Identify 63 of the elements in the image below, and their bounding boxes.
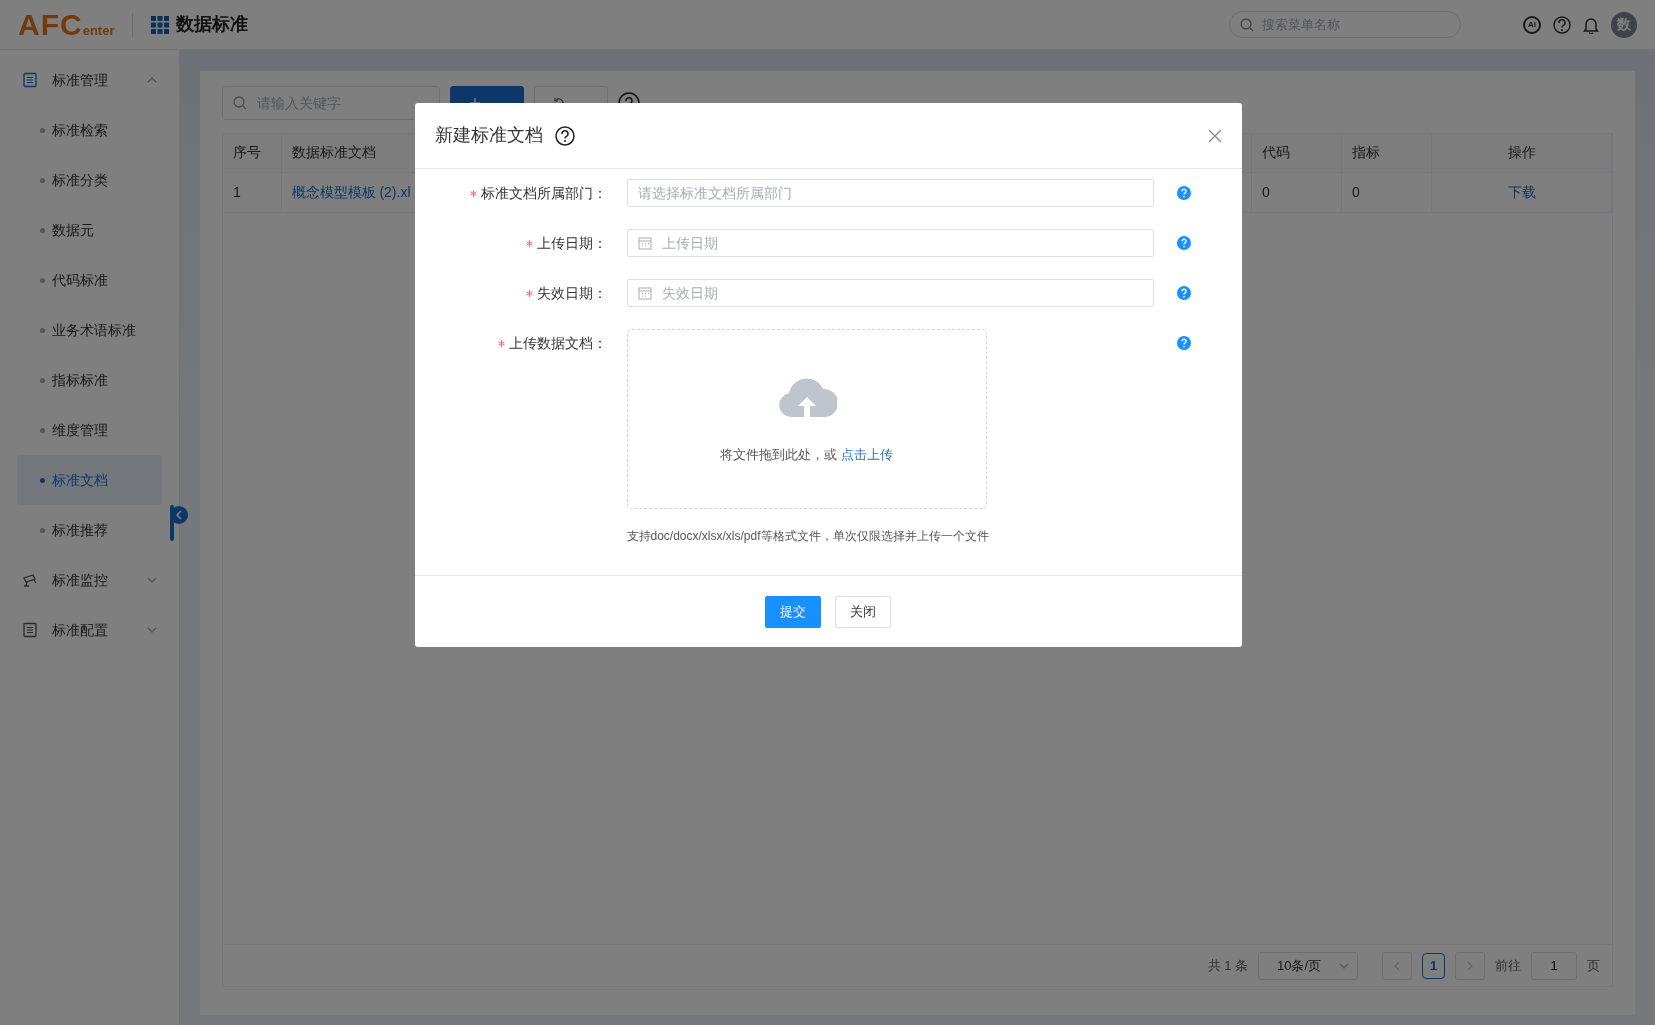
logo: AFC [18, 9, 83, 40]
chevron-down-icon [1339, 962, 1349, 969]
upload-drop-zone[interactable]: 将文件拖到此处，或 点击上传 [626, 329, 987, 509]
department-select[interactable]: 请选择标准文档所属部门 [626, 179, 1154, 207]
field-label: 失效日期： [536, 283, 607, 303]
sidebar-item[interactable]: 标准文档 [17, 455, 162, 505]
chevron-down-icon [147, 627, 157, 633]
chevron-up-icon [147, 77, 157, 83]
close-button[interactable]: 关闭 [835, 596, 891, 628]
column-header: 操作 [1431, 134, 1612, 172]
download-link[interactable]: 下载 [1507, 183, 1536, 200]
page-suffix: 页 [1587, 956, 1600, 975]
help-icon[interactable] [554, 125, 575, 146]
app-title: 数据标准 [176, 13, 249, 36]
sidebar-group[interactable]: 标准管理 [0, 55, 179, 105]
total-count: 共 1 条 [1207, 956, 1248, 975]
calendar-icon [637, 286, 652, 300]
drop-instruction: 将文件拖到此处，或 点击上传 [720, 446, 893, 465]
close-icon [1207, 128, 1222, 143]
page-size-select[interactable]: 10条/页 [1258, 951, 1358, 980]
chevron-right-icon [1467, 960, 1473, 971]
sidebar-item[interactable]: 标准检索 [17, 105, 162, 155]
table-cell: 0 [1341, 172, 1432, 212]
date-field[interactable]: 失效日期 [626, 279, 1154, 307]
table-cell: 1 [223, 172, 281, 212]
sidebar-item[interactable]: 数据元 [17, 205, 162, 255]
field-label: 上传数据文档： [508, 333, 607, 353]
page-number[interactable]: 1 [1422, 952, 1445, 979]
sidebar-item[interactable]: 业务术语标准 [17, 305, 162, 355]
sidebar-item[interactable]: 标准分类 [17, 155, 162, 205]
ai-assistant-button[interactable]: AI [1523, 15, 1541, 34]
close-button[interactable] [1207, 128, 1222, 143]
sidebar-item[interactable]: 维度管理 [17, 405, 162, 455]
chevron-left-icon [1394, 960, 1400, 971]
sidebar-group[interactable]: 标准配置 [0, 605, 179, 655]
search-icon [1240, 17, 1254, 32]
file-link[interactable]: 概念模型模板 (2).xl [291, 183, 411, 200]
calendar-icon [637, 236, 652, 250]
sidebar-item[interactable]: 代码标准 [17, 255, 162, 305]
goto-page-field[interactable]: 1 [1531, 951, 1577, 980]
document-icon [22, 622, 38, 638]
submit-button[interactable]: 提交 [765, 596, 821, 628]
camera-icon [22, 572, 38, 588]
bell-icon[interactable] [1583, 15, 1599, 34]
sidebar-item[interactable]: 指标标准 [17, 355, 162, 405]
document-icon [22, 72, 38, 88]
goto-label: 前往 [1495, 956, 1521, 975]
field-label: 上传日期： [536, 233, 607, 253]
sidebar-item[interactable]: 标准推荐 [17, 505, 162, 555]
column-header: 指标 [1341, 134, 1432, 172]
grid-icon[interactable] [151, 15, 170, 34]
logo-subtext: enter [82, 22, 115, 40]
sidebar-group[interactable]: 标准监控 [0, 555, 179, 605]
upload-hint: 支持doc/docx/xlsx/xls/pdf等格式文件，单次仅限选择并上传一个文件 [626, 528, 990, 545]
column-header: 序号 [223, 134, 281, 172]
user-avatar[interactable]: 数 [1611, 11, 1637, 38]
table-cell: 0 [1251, 172, 1342, 212]
date-field[interactable]: 上传日期 [626, 229, 1154, 257]
field-label: 标准文档所属部门： [480, 183, 607, 203]
upload-link[interactable]: 点击上传 [840, 447, 893, 463]
column-header: 代码 [1251, 134, 1342, 172]
search-icon [233, 96, 247, 110]
chevron-down-icon [147, 577, 157, 583]
